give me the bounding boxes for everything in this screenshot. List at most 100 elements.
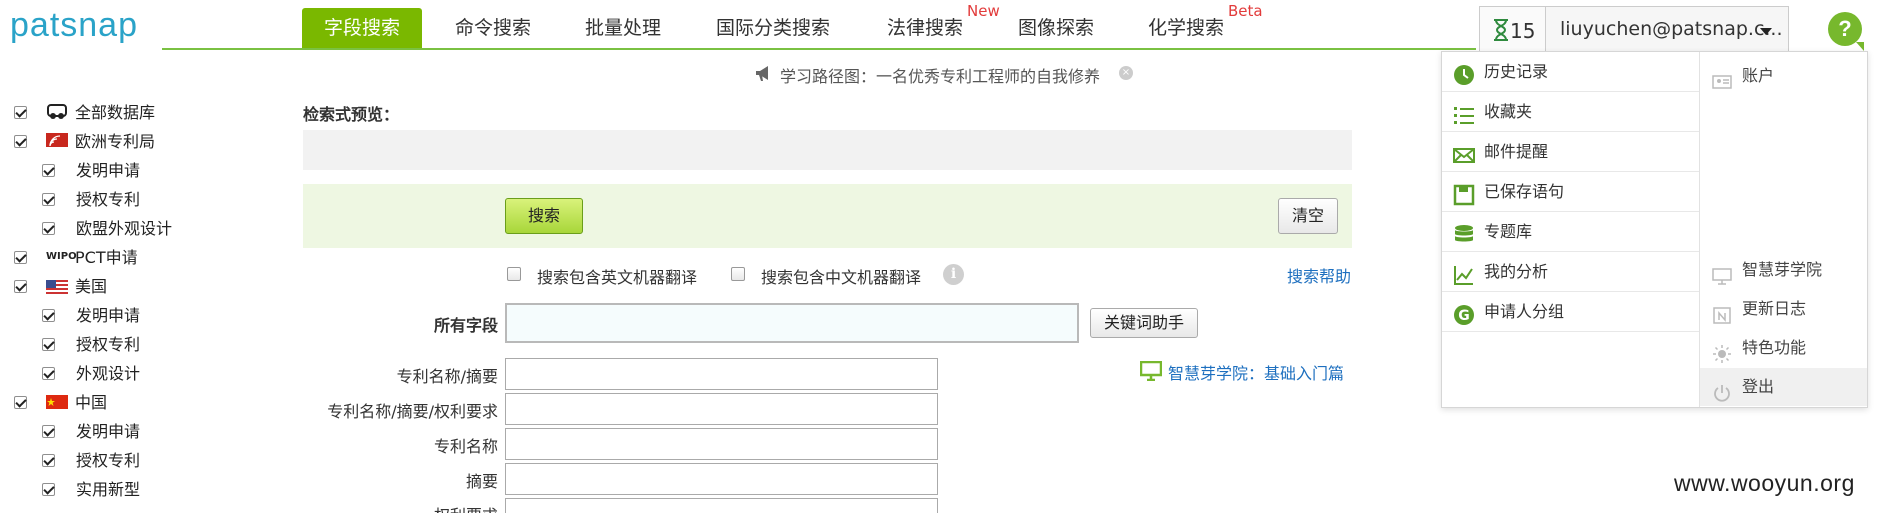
menu-label-features: 特色功能 (1742, 338, 1807, 357)
field-label-abstract: 摘要 (465, 472, 498, 491)
tab-field-search[interactable]: 字段搜索 (302, 8, 423, 48)
title-input[interactable] (505, 428, 938, 460)
tree-item-us-applications: 发明申请 (76, 306, 141, 325)
notice-link[interactable]: 学习路径图：一名优秀专利工程师的自我修养 (780, 63, 1100, 87)
all-fields-label: 所有字段 (434, 316, 499, 335)
eu-design-checkbox[interactable] (42, 222, 55, 235)
menu-label-saved-queries: 已保存语句 (1484, 182, 1565, 201)
all-databases-checkbox[interactable] (14, 106, 27, 119)
us-grants-checkbox[interactable] (42, 338, 55, 351)
menu-item-features[interactable]: 特色功能 (1700, 329, 1867, 367)
chinese-translation-checkbox[interactable] (731, 267, 745, 281)
search-help-link[interactable]: 搜索帮助 (1287, 263, 1351, 287)
patsnap-logo[interactable]: patsnap (10, 6, 138, 45)
us-flag-icon (46, 279, 68, 294)
search-button[interactable]: 搜索 (505, 198, 583, 234)
english-translation-checkbox[interactable] (507, 267, 521, 281)
menu-item-email-alerts[interactable]: 邮件提醒 (1442, 132, 1699, 172)
keyword-helper-button[interactable]: 关键词助手 (1090, 308, 1198, 338)
power-icon (1712, 378, 1732, 402)
new-badge: New (967, 2, 1000, 20)
clear-button[interactable]: 清空 (1278, 198, 1338, 234)
field-label-title-abstract: 专利名称/摘要 (396, 367, 498, 386)
tree-item-us-grants: 授权专利 (76, 335, 141, 354)
chart-icon (1453, 261, 1475, 285)
english-translation-label: 搜索包含英文机器翻译 (537, 268, 698, 287)
title-abstract-claims-input[interactable] (505, 393, 938, 425)
tab-command-search[interactable]: 命令搜索 (455, 8, 531, 48)
menu-item-history[interactable]: 历史记录 (1442, 52, 1699, 92)
tab-legal-search[interactable]: 法律搜索 (887, 8, 963, 48)
us-design-checkbox[interactable] (42, 367, 55, 380)
field-label-title-abstract-claims: 专利名称/摘要/权利要求 (327, 402, 498, 421)
tree-item-cn-applications: 发明申请 (76, 422, 141, 441)
tree-item-all-databases: 全部数据库 (75, 103, 156, 122)
menu-item-my-analysis[interactable]: 我的分析 (1442, 252, 1699, 292)
menu-item-favorites[interactable]: 收藏夹 (1442, 92, 1699, 132)
epo-grants-checkbox[interactable] (42, 193, 55, 206)
monitor-icon (1139, 360, 1163, 385)
field-label-claims: 权利要求 (298, 502, 498, 513)
tab-batch-processing[interactable]: 批量处理 (585, 8, 661, 48)
menu-label-history: 历史记录 (1484, 62, 1549, 81)
query-preview-label: 检索式预览： (303, 105, 400, 124)
help-button[interactable]: ? (1828, 12, 1864, 51)
tab-ipc-search[interactable]: 国际分类搜索 (716, 8, 830, 48)
watermark: www.wooyun.org (1674, 470, 1855, 496)
user-menu-toggle[interactable]: liuyuchen@patsnap.c... (1546, 6, 1789, 51)
database-icon (46, 102, 68, 124)
all-fields-input[interactable] (505, 303, 1079, 343)
tree-item-eu-design: 欧盟外观设计 (76, 219, 173, 238)
menu-label-email-alerts: 邮件提醒 (1484, 142, 1549, 161)
menu-item-changelog[interactable]: 更新日志 (1700, 290, 1867, 328)
query-count-box[interactable]: 15 (1479, 6, 1546, 51)
epo-logo-icon (46, 133, 68, 147)
academy-basics-link[interactable]: 智慧芽学院：基础入门篇 (1168, 360, 1344, 384)
tree-item-cn-grants: 授权专利 (76, 451, 141, 470)
search-action-bar (303, 184, 1352, 248)
abstract-input[interactable] (505, 463, 938, 495)
cn-applications-checkbox[interactable] (42, 425, 55, 438)
title-abstract-input[interactable] (505, 358, 938, 390)
menu-label-favorites: 收藏夹 (1484, 102, 1533, 121)
sun-icon (1712, 339, 1732, 363)
menu-label-my-analysis: 我的分析 (1484, 262, 1549, 281)
menu-item-applicant-groups[interactable]: G 申请人分组 (1442, 292, 1699, 332)
query-preview-box (303, 130, 1352, 170)
pct-checkbox[interactable] (14, 251, 27, 264)
chinese-translation-label: 搜索包含中文机器翻译 (761, 268, 922, 287)
tree-item-us-design: 外观设计 (76, 364, 141, 383)
tree-item-us: 美国 (75, 277, 108, 296)
us-checkbox[interactable] (14, 280, 27, 293)
tree-item-epo: 欧洲专利局 (75, 132, 156, 151)
menu-item-account[interactable]: 账户 (1700, 57, 1867, 95)
menu-label-account: 账户 (1742, 66, 1775, 85)
cn-utility-checkbox[interactable] (42, 483, 55, 496)
epo-checkbox[interactable] (14, 135, 27, 148)
menu-label-applicant-groups: 申请人分组 (1484, 302, 1565, 321)
query-count: 15 (1510, 19, 1536, 43)
china-checkbox[interactable] (14, 396, 27, 409)
wipo-logo-icon: WIPO (46, 251, 77, 262)
menu-item-topic-library[interactable]: 专题库 (1442, 212, 1699, 252)
notice-close-icon[interactable]: × (1119, 66, 1133, 80)
caret-down-icon (1760, 28, 1772, 35)
epo-applications-checkbox[interactable] (42, 164, 55, 177)
claims-input[interactable] (505, 498, 938, 513)
svg-text:G: G (1458, 308, 1470, 324)
tab-chemical-search[interactable]: 化学搜索 (1148, 8, 1224, 48)
mail-icon (1453, 141, 1475, 163)
tree-item-pct: PCT申请 (75, 248, 138, 267)
database-icon (1453, 221, 1475, 243)
megaphone-icon (754, 64, 774, 86)
menu-label-logout: 登出 (1742, 377, 1775, 396)
menu-item-saved-queries[interactable]: 已保存语句 (1442, 172, 1699, 212)
menu-item-logout[interactable]: 登出 (1700, 368, 1867, 406)
tab-image-explore[interactable]: 图像探索 (1018, 8, 1094, 48)
user-email: liuyuchen@patsnap.c... (1560, 18, 1783, 40)
cn-grants-checkbox[interactable] (42, 454, 55, 467)
info-icon[interactable]: i (943, 264, 964, 285)
menu-item-academy[interactable]: 智慧芽学院 (1700, 251, 1867, 289)
tree-item-epo-applications: 发明申请 (76, 161, 141, 180)
us-applications-checkbox[interactable] (42, 309, 55, 322)
